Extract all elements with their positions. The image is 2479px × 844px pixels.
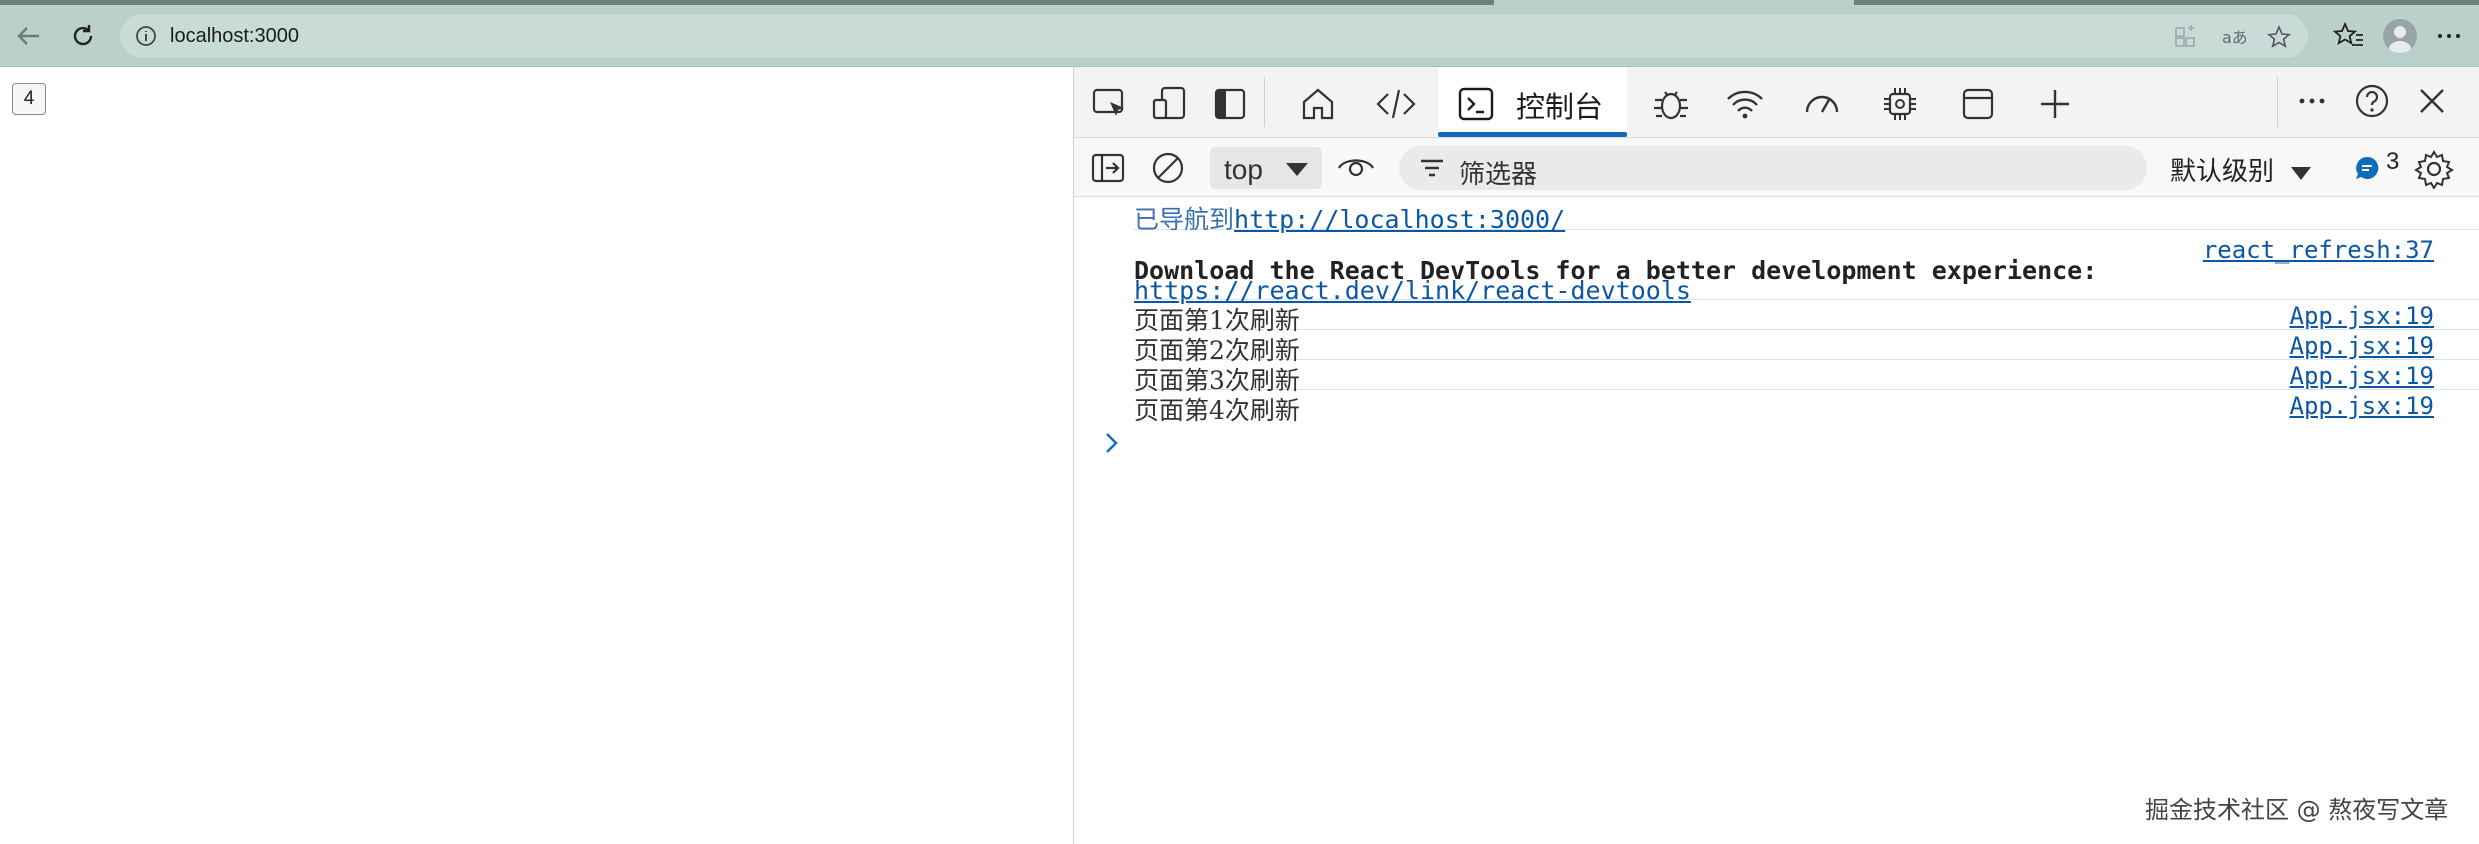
elements-code-icon[interactable] (1376, 84, 1416, 124)
log-message: 页面第4次刷新 (1134, 396, 1300, 425)
tab-console[interactable]: 控制台 (1438, 67, 1627, 137)
more-tools-icon[interactable] (2292, 81, 2332, 121)
settings-gear-icon[interactable] (2414, 149, 2454, 189)
address-bar[interactable]: localhost:3000 aあ (120, 14, 2308, 58)
clear-console-icon[interactable] (1150, 150, 1186, 186)
svg-text:aあ: aあ (2222, 28, 2246, 47)
more-options-icon[interactable] (2432, 19, 2466, 53)
tab-console-label: 控制台 (1516, 92, 1604, 124)
device-emulation-icon[interactable] (1150, 84, 1190, 124)
arrow-left-icon (17, 27, 39, 45)
console-row-devtools-hint: react_refresh:37 Download the React DevT… (1134, 229, 2479, 305)
read-aloud-icon[interactable]: aあ (2220, 24, 2246, 50)
divider (2277, 77, 2278, 127)
source-link[interactable]: react_refresh:37 (2203, 236, 2434, 264)
log-source-link[interactable]: App.jsx:19 (2290, 332, 2435, 360)
help-icon[interactable] (2352, 81, 2392, 121)
app-available-icon[interactable] (2172, 24, 2198, 50)
console-prompt-chevron-icon[interactable] (1100, 429, 1124, 457)
divider (1264, 77, 1265, 127)
context-selector-label: top (1224, 154, 1263, 185)
devtools-panel: 控制台 top 筛选器 默认级别 3 已导航到http://localhost:… (1073, 67, 2479, 844)
refresh-button[interactable] (64, 17, 102, 55)
log-source-link[interactable]: App.jsx:19 (2290, 392, 2435, 420)
console-log-row: 页面第3次刷新 App.jsx:19 (1134, 359, 2479, 395)
favorite-star-icon[interactable] (2266, 24, 2292, 50)
console-log-row: 页面第4次刷新 App.jsx:19 (1134, 389, 2479, 425)
caret-down-icon (1286, 163, 1308, 176)
log-source-link[interactable]: App.jsx:19 (2290, 362, 2435, 390)
console-log-row: 页面第1次刷新 App.jsx:19 (1134, 299, 2479, 335)
performance-gauge-icon[interactable] (1802, 84, 1842, 124)
welcome-home-icon[interactable] (1298, 84, 1338, 124)
sidebar-toggle-icon[interactable] (1090, 150, 1126, 186)
filter-icon (1421, 159, 1443, 177)
log-levels-dropdown[interactable]: 默认级别 (2170, 151, 2313, 188)
console-icon (1458, 87, 1494, 121)
log-levels-label: 默认级别 (2170, 156, 2275, 186)
inspect-element-icon[interactable] (1090, 84, 1130, 124)
add-tool-icon[interactable] (2035, 84, 2075, 124)
favorites-icon[interactable] (2332, 19, 2366, 53)
close-icon[interactable] (2412, 81, 2452, 121)
issues-count[interactable]: 3 (2386, 148, 2399, 176)
log-source-link[interactable]: App.jsx:19 (2290, 302, 2435, 330)
url-text[interactable]: localhost:3000 (170, 25, 299, 48)
issues-message-icon[interactable] (2354, 155, 2380, 181)
console-row-navigation: 已导航到http://localhost:3000/ (1134, 197, 2479, 234)
filter-placeholder: 筛选器 (1459, 159, 1538, 189)
application-window-icon[interactable] (1958, 84, 1998, 124)
console-output: 已导航到http://localhost:3000/ react_refresh… (1074, 197, 2479, 844)
console-toolbar: top 筛选器 默认级别 3 (1074, 138, 2479, 197)
filter-input[interactable]: 筛选器 (1399, 146, 2147, 190)
live-expression-eye-icon[interactable] (1336, 150, 1376, 186)
memory-chip-icon[interactable] (1880, 84, 1920, 124)
active-tab-indicator (1438, 132, 1627, 137)
info-icon[interactable] (134, 24, 158, 48)
person-icon (2389, 26, 2411, 53)
bug-icon[interactable] (1651, 84, 1691, 124)
counter-display: 4 (12, 83, 46, 115)
context-selector[interactable]: top (1210, 147, 1322, 189)
browser-toolbar: localhost:3000 aあ (0, 5, 2479, 67)
devtools-tab-bar: 控制台 (1074, 67, 2479, 138)
watermark: 掘金技术社区 @ 熬夜写文章 (2145, 796, 2449, 824)
dock-side-icon[interactable] (1210, 84, 1250, 124)
refresh-icon (73, 25, 93, 46)
network-wifi-icon[interactable] (1725, 84, 1765, 124)
console-log-row: 页面第2次刷新 App.jsx:19 (1134, 329, 2479, 365)
profile-avatar[interactable] (2383, 19, 2417, 53)
back-button[interactable] (10, 17, 48, 55)
caret-down-icon (2291, 167, 2312, 181)
